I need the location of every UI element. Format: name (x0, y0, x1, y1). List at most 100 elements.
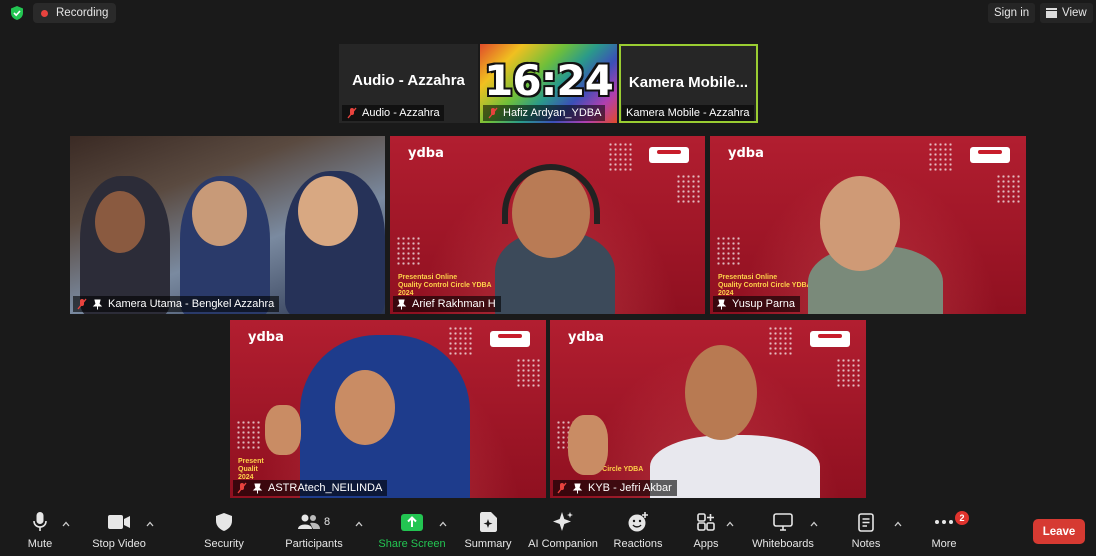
satu-indonesia-logo (970, 147, 1010, 163)
share-screen-icon (401, 513, 423, 531)
apps-options-chevron-up-icon[interactable] (726, 520, 734, 528)
notes-options-chevron-up-icon[interactable] (894, 520, 902, 528)
mic-muted-icon (77, 298, 87, 310)
security-label: Security (204, 538, 244, 550)
thumbs-up-hand (568, 415, 608, 475)
decor-dots (928, 142, 954, 172)
stop-video-label: Stop Video (92, 538, 146, 550)
participant-name: Arief Rakhman H (412, 298, 496, 310)
video-tile-kyb-jefri-akbar[interactable]: ydba ol Circle YDBA KYB - Jefri Akbar (550, 320, 866, 498)
video-options-chevron-up-icon[interactable] (146, 520, 154, 528)
satu-indonesia-logo (649, 147, 689, 163)
shield-icon (216, 513, 232, 531)
participant-name-label: Kamera Mobile - Azzahra (622, 105, 754, 121)
participants-button[interactable]: 8 Participants (284, 511, 344, 550)
person-head (95, 191, 145, 253)
ai-companion-button[interactable]: AI Companion (527, 511, 599, 550)
thumbs-up-hand (265, 405, 301, 455)
share-options-chevron-up-icon[interactable] (439, 520, 447, 528)
participant-name-label: ASTRAtech_NEILINDA (233, 480, 388, 496)
ellipsis-icon (935, 520, 953, 524)
mute-button[interactable]: Mute (24, 511, 56, 550)
person-head (685, 345, 757, 440)
pin-icon (252, 483, 263, 493)
whiteboards-options-chevron-up-icon[interactable] (810, 520, 818, 528)
notification-badge: 2 (955, 511, 969, 525)
notes-label: Notes (851, 538, 881, 550)
grid-view-icon (1046, 8, 1057, 18)
headphones (502, 164, 600, 224)
stop-video-button[interactable]: Stop Video (90, 511, 148, 550)
participants-icon (297, 514, 320, 529)
decor-dots (716, 236, 742, 266)
whiteboards-button[interactable]: Whiteboards (750, 511, 816, 550)
person-head (335, 370, 395, 445)
shield-icon[interactable] (9, 5, 25, 21)
decor-dots (836, 358, 862, 388)
apps-button[interactable]: Apps (691, 511, 721, 550)
video-tile-arief-rakhman[interactable]: ydba Presentasi Online Quality Control C… (390, 136, 705, 314)
participant-name: Kamera Utama - Bengkel Azzahra (108, 298, 275, 310)
clock-display: 16:24 (484, 56, 614, 105)
video-tile-yusup-parna[interactable]: ydba Presentasi Online Quality Control C… (710, 136, 1026, 314)
mic-muted-icon (557, 482, 567, 494)
recording-label: Recording (56, 7, 109, 19)
reactions-button[interactable]: Reactions (612, 511, 664, 550)
participant-name-label: Kamera Utama - Bengkel Azzahra (73, 296, 280, 312)
participant-name-label: Arief Rakhman H (393, 296, 501, 312)
pin-icon (92, 299, 103, 309)
participants-options-chevron-up-icon[interactable] (355, 520, 363, 528)
smiley-plus-icon (628, 512, 648, 532)
decor-dots (608, 142, 634, 172)
ydba-logo: ydba (568, 330, 604, 345)
mute-label: Mute (27, 538, 53, 550)
ydba-logo: ydba (248, 330, 284, 345)
participant-name-label: KYB - Jefri Akbar (553, 480, 677, 496)
notes-button[interactable]: Notes (848, 511, 884, 550)
mic-muted-icon (347, 107, 357, 119)
recording-indicator[interactable]: Recording (33, 3, 117, 23)
decor-dots (396, 236, 422, 266)
participant-name-label: Yusup Parna (713, 296, 800, 312)
decor-dots (516, 358, 542, 388)
mic-muted-icon (488, 107, 498, 119)
thumbnail-display-name: Kamera Mobile... (628, 74, 749, 91)
participant-name: KYB - Jefri Akbar (588, 482, 672, 494)
decor-dots (768, 326, 794, 356)
thumbnail-hafiz-ardyan[interactable]: 16:24 Hafiz Ardyan_YDBA (480, 44, 617, 123)
pin-icon (716, 299, 727, 309)
person-head (192, 181, 247, 246)
mic-muted-icon (237, 482, 247, 494)
thumbnail-kamera-mobile[interactable]: Kamera Mobile... Kamera Mobile - Azzahra (619, 44, 758, 123)
share-screen-button[interactable]: Share Screen (378, 511, 446, 550)
slide-caption: Presentasi Online Quality Control Circle… (718, 274, 812, 297)
view-label: View (1062, 7, 1087, 19)
share-screen-label: Share Screen (378, 538, 446, 550)
participants-label: Participants (285, 538, 343, 550)
participant-name: Hafiz Ardyan_YDBA (503, 107, 602, 119)
sign-in-button[interactable]: Sign in (988, 3, 1036, 23)
view-button[interactable]: View (1040, 3, 1093, 23)
leave-button[interactable]: Leave (1033, 519, 1085, 544)
top-bar: Recording Sign in View (0, 0, 1096, 26)
video-tile-astratech-neilinda[interactable]: ydba Present Qualit 2024 ASTRAtech_NEILI… (230, 320, 546, 498)
participant-name-label: Hafiz Ardyan_YDBA (483, 105, 606, 121)
participant-name: Audio - Azzahra (362, 107, 440, 119)
person-head (820, 176, 900, 271)
mute-options-chevron-up-icon[interactable] (62, 520, 70, 528)
decor-dots (996, 174, 1022, 204)
decor-dots (448, 326, 474, 356)
notes-icon (858, 512, 874, 532)
video-tile-kamera-utama[interactable]: Kamera Utama - Bengkel Azzahra (70, 136, 385, 314)
sparkle-icon (553, 512, 573, 531)
participant-name: Kamera Mobile - Azzahra (626, 107, 750, 119)
thumbnail-display-name: Audio - Azzahra (352, 72, 465, 89)
thumbnail-audio-azzahra[interactable]: Audio - Azzahra Audio - Azzahra (339, 44, 478, 123)
slide-caption: Present Qualit 2024 (238, 458, 264, 481)
participants-count: 8 (323, 516, 331, 528)
summary-icon (479, 512, 497, 532)
security-button[interactable]: Security (202, 511, 246, 550)
summary-button[interactable]: Summary (464, 511, 512, 550)
slide-caption: Presentasi Online Quality Control Circle… (398, 274, 492, 297)
microphone-icon (33, 512, 47, 531)
